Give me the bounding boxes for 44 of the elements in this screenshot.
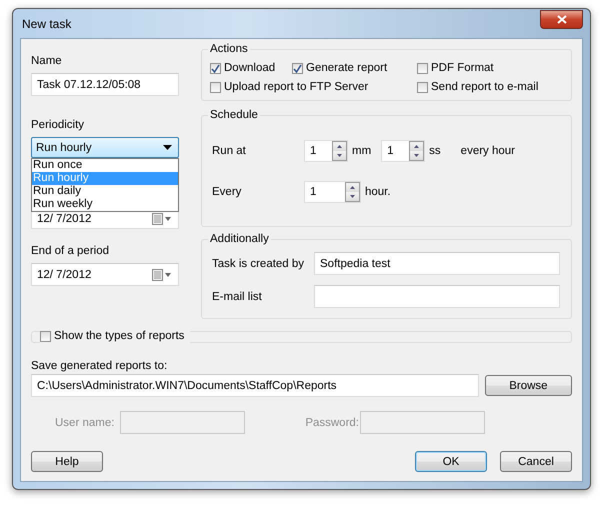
field-label: Save generated reports to: [31,359,168,373]
calendar-icon [152,268,172,280]
dialog-button[interactable]: Help [31,451,103,472]
unit-label: mm [352,145,372,157]
checkbox[interactable]: Show the types of reports [40,329,190,343]
field-label: Run at [212,145,247,157]
field-label: User name: [55,416,116,428]
checkbox[interactable]: Upload report to FTP Server [210,80,417,94]
path-field[interactable]: C:\Users\Administrator.WIN7\Documents\StaffCop\Reports [31,374,479,397]
date-field[interactable]: 12/ 7/2012 [31,263,179,286]
field-label: Password: [304,416,359,428]
checkbox[interactable]: Download [210,61,292,75]
field-label: Task is created by [212,258,306,270]
browse-button[interactable]: Browse [484,375,572,396]
dialog-button[interactable]: Cancel [500,451,572,472]
checkbox[interactable]: Send report to e-mail [417,80,565,94]
seconds-spinner[interactable]: 1 [381,140,426,162]
calendar-icon [152,213,172,225]
checkbox[interactable]: PDF Format [417,61,565,75]
name-field[interactable]: Task 07.12.12/05:08 [31,73,179,96]
schedule-suffix: every hour [460,145,516,157]
unit-label: hour. [365,186,391,198]
caret-icon [163,145,172,150]
dropdown-option[interactable]: Run once [32,159,178,172]
periodicity-dropdown[interactable]: Run hourly [31,137,179,158]
hours-spinner[interactable]: 1 [304,181,361,203]
check-icon [293,64,302,72]
unit-label: ss [429,145,441,157]
field-label: E-mail list [212,290,263,302]
created-by-field[interactable]: Softpedia test [314,252,560,275]
checkbox[interactable]: Generate report [292,61,417,75]
field-label: Every [212,186,242,198]
dropdown-option[interactable]: Run daily [32,185,178,198]
dialog-button[interactable]: OK [415,451,487,472]
field-label: Name [31,54,63,68]
field-label: End of a period [31,244,110,258]
group-title: Additionally [208,232,271,246]
close-icon [556,14,566,24]
field-label: Periodicity [31,118,86,132]
window-title: New task [21,16,72,30]
email-list-field[interactable] [314,285,560,308]
minutes-spinner[interactable]: 1 [304,140,348,162]
close-button[interactable] [540,10,583,28]
check-icon [211,64,220,72]
